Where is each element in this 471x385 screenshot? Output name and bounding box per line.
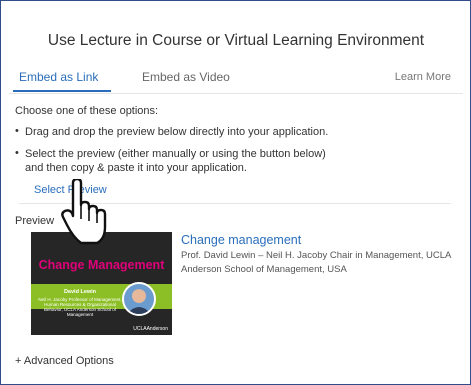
thumbnail-presenter-name: David Lewin	[63, 289, 97, 295]
option-select-text-line2: and then copy & paste it into your appli…	[25, 162, 247, 174]
active-tab-indicator	[13, 90, 111, 92]
thumbnail-presenter-titles: Neil H. Jacoby Professor of Management, …	[38, 297, 122, 317]
preview-label: Preview	[15, 215, 55, 227]
dialog-title: Use Lecture in Course or Virtual Learnin…	[47, 32, 425, 49]
tab-embed-as-video[interactable]: Embed as Video	[142, 70, 230, 84]
course-subtitle: Prof. David Lewin – Neil H. Jacoby Chair…	[181, 250, 451, 275]
preview-thumbnail[interactable]: Change Management David Lewin Neil H. Ja…	[31, 232, 172, 335]
advanced-options-toggle[interactable]: + Advanced Options	[15, 354, 114, 368]
tab-bar: Embed as Link Embed as Video Learn More	[9, 68, 463, 94]
thumbnail-presenter: David Lewin Neil H. Jacoby Professor of …	[37, 289, 123, 317]
option-select-text-line1: Select the preview (either manually or u…	[25, 148, 326, 160]
thumbnail-title: Change Management	[38, 258, 165, 272]
learn-more-link[interactable]: Learn More	[395, 71, 451, 83]
course-title-link[interactable]: Change management	[181, 233, 301, 247]
instructions-intro: Choose one of these options:	[15, 105, 159, 117]
tab-embed-as-link[interactable]: Embed as Link	[19, 70, 98, 84]
ucla-anderson-logo: UCLAAnderson	[133, 326, 168, 332]
presenter-avatar	[122, 282, 156, 316]
hand-pointer-icon	[61, 179, 107, 245]
bullet-1: •	[15, 125, 19, 137]
bullet-2: •	[15, 147, 19, 159]
embed-dialog-frame: Use Lecture in Course or Virtual Learnin…	[0, 0, 471, 385]
option-drag-drop-text: Drag and drop the preview below directly…	[25, 126, 329, 138]
embed-dialog: Use Lecture in Course or Virtual Learnin…	[9, 8, 463, 384]
